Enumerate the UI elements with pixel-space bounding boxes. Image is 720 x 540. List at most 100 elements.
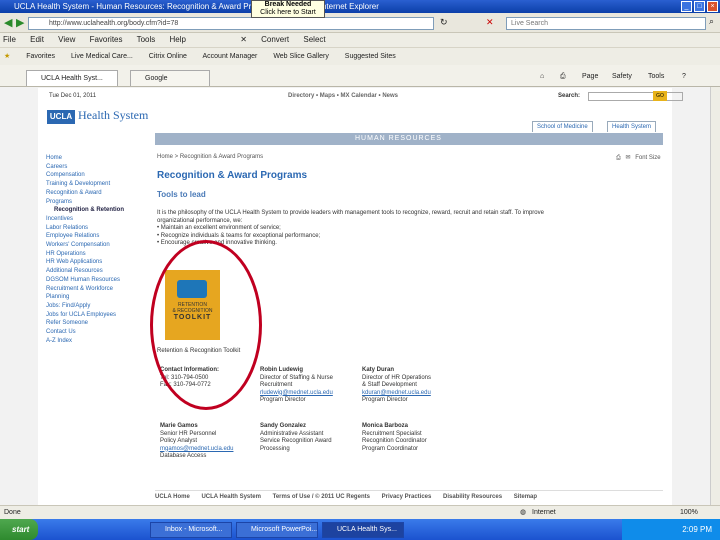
nav-item[interactable]: Jobs for UCLA Employees (46, 311, 151, 320)
tab-ucla[interactable]: UCLA Health Syst... (26, 70, 118, 86)
nav-item[interactable]: Careers (46, 163, 151, 172)
left-nav: Home Careers Compensation Training & Dev… (46, 154, 151, 345)
help-icon[interactable]: ? (682, 69, 686, 85)
nav-item[interactable]: HR Operations (46, 250, 151, 259)
site-search-label: Search: (558, 93, 581, 99)
tab-school-of-medicine[interactable]: School of Medicine (532, 121, 593, 132)
footer-link[interactable]: Disability Resources (443, 494, 502, 500)
nav-item[interactable]: Incentives (46, 215, 151, 224)
tab-bar: UCLA Health Syst... Google ⌂ ⎙ Page Safe… (0, 65, 720, 87)
nav-item[interactable]: Additional Resources (46, 267, 151, 276)
nav-item[interactable]: Workers' Compensation (46, 241, 151, 250)
fav-link[interactable]: Live Medical Care... (71, 53, 133, 60)
convert-button[interactable]: Convert (261, 35, 289, 44)
contact-email[interactable]: kduran@mednet.ucla.edu (362, 390, 462, 398)
intro-bullet: • Maintain an excellent environment of s… (157, 225, 281, 231)
task-ie[interactable]: UCLA Health Sys... (322, 522, 404, 538)
health-system-logo[interactable]: Health System (78, 108, 148, 123)
nav-sub-item[interactable]: Recognition & Retention (46, 206, 151, 215)
minimize-icon[interactable]: _ (681, 1, 692, 12)
intro-line: It is the philosophy of the UCLA Health … (157, 210, 544, 216)
safety-menu[interactable]: Safety (612, 69, 632, 85)
nav-item-active[interactable]: Recognition & Award Programs (46, 189, 116, 206)
page-menu[interactable]: Page (582, 69, 598, 85)
nav-item[interactable]: Recruitment & Workforce Planning (46, 285, 136, 302)
stop-icon[interactable]: ✕ (486, 17, 494, 28)
nav-item[interactable]: HR Web Applications (46, 258, 151, 267)
system-clock: 2:09 PM (622, 519, 720, 540)
nav-item[interactable]: DGSOM Human Resources (46, 276, 151, 285)
fav-link[interactable]: Account Manager (202, 53, 257, 60)
site-search-button[interactable]: GO (653, 91, 667, 101)
tab-google[interactable]: Google (130, 70, 210, 86)
scrollbar[interactable] (710, 87, 720, 505)
back-icon[interactable]: ◀ (4, 16, 12, 29)
fav-link[interactable]: Suggested Sites (345, 53, 396, 60)
close-icon[interactable]: × (707, 1, 718, 12)
start-button[interactable]: start (0, 519, 38, 540)
menu-tools[interactable]: Tools (137, 35, 156, 44)
search-input[interactable]: Live Search (506, 17, 706, 30)
contact-email[interactable]: rludewig@mednet.ucla.edu (260, 390, 360, 398)
nav-item[interactable]: Home (46, 154, 151, 163)
site-search-input[interactable] (588, 92, 683, 101)
menu-bar: File Edit View Favorites Tools Help ✕ Co… (0, 33, 720, 47)
nav-item[interactable]: Compensation (46, 171, 151, 180)
footer-link[interactable]: UCLA Home (155, 494, 190, 500)
menu-file[interactable]: File (3, 35, 16, 44)
select-button[interactable]: Select (303, 35, 325, 44)
footer-link[interactable]: UCLA Health System (201, 494, 260, 500)
nav-item[interactable]: Employee Relations (46, 232, 151, 241)
contact-card: Marie Gamos Senior HR Personnel Policy A… (160, 423, 260, 461)
hr-banner: HUMAN RESOURCES (155, 133, 663, 145)
font-size-label[interactable]: Font Size (635, 155, 660, 161)
window-title-bar: UCLA Health System - Human Resources: Re… (0, 0, 720, 13)
task-inbox[interactable]: Inbox - Microsoft... (150, 522, 232, 538)
breadcrumb[interactable]: Home > Recognition & Award Programs (157, 154, 667, 160)
footer-link[interactable]: Sitemap (514, 494, 537, 500)
refresh-icon[interactable]: ↻ (440, 17, 448, 28)
globe-icon: ◍ (520, 509, 527, 516)
forward-icon[interactable]: ▶ (16, 16, 24, 29)
utility-links[interactable]: Directory • Maps • MX Calendar • News (288, 88, 398, 104)
site-footer: UCLA Home UCLA Health System Terms of Us… (155, 490, 663, 502)
menu-help[interactable]: Help (170, 35, 186, 44)
search-icon[interactable]: ⌕ (709, 16, 714, 27)
nav-item[interactable]: A-Z Index (46, 337, 151, 346)
maximize-icon[interactable]: □ (694, 1, 705, 12)
ucla-logo[interactable]: UCLA (47, 110, 75, 124)
nav-item[interactable]: Training & Development (46, 180, 151, 189)
zoom-level[interactable]: 100% (680, 506, 698, 520)
print-icon[interactable]: ⎙ (560, 69, 566, 85)
break-tooltip[interactable]: Break Needed Click here to Start (251, 0, 325, 18)
nav-item[interactable]: Labor Relations (46, 224, 151, 233)
favorites-star-icon: ★ (4, 53, 11, 60)
print-icon-button[interactable]: ⎙ (616, 155, 621, 161)
contact-card: Katy Duran Director of HR Operations & S… (362, 367, 462, 405)
home-icon[interactable]: ⌂ (540, 69, 544, 85)
menu-favorites[interactable]: Favorites (90, 35, 123, 44)
favorites-button[interactable]: Favorites (26, 53, 55, 60)
tooltip-title: Break Needed (264, 1, 312, 8)
address-input[interactable]: http://www.uclahealth.org/body.cfm?id=78 (28, 17, 434, 30)
fav-link[interactable]: Web Slice Gallery (273, 53, 329, 60)
nav-item[interactable]: Refer Someone (46, 319, 151, 328)
nav-item[interactable]: Contact Us (46, 328, 151, 337)
footer-link[interactable]: Privacy Practices (382, 494, 432, 500)
menu-edit[interactable]: Edit (30, 35, 44, 44)
tools-menu[interactable]: Tools (648, 69, 664, 85)
fav-link[interactable]: Citrix Online (149, 53, 187, 60)
status-text: Done (4, 509, 21, 516)
nav-item[interactable]: Jobs: Find/Apply (46, 302, 151, 311)
close-toolbar-icon[interactable]: ✕ (240, 35, 247, 44)
red-highlight-circle (150, 240, 262, 410)
task-powerpoint[interactable]: Microsoft PowerPoi... (236, 522, 318, 538)
footer-link[interactable]: Terms of Use / © 2011 UC Regents (273, 494, 370, 500)
site-utility-row: Tue Dec 01, 2011 Directory • Maps • MX C… (38, 88, 683, 104)
menu-view[interactable]: View (58, 35, 75, 44)
email-icon-button[interactable]: ✉ (625, 155, 630, 161)
tab-health-system[interactable]: Health System (607, 121, 657, 132)
contact-email[interactable]: mgamos@mednet.ucla.edu (160, 446, 260, 454)
favorites-bar: ★ Favorites Live Medical Care... Citrix … (0, 47, 720, 65)
zone-text: Internet (532, 509, 556, 516)
